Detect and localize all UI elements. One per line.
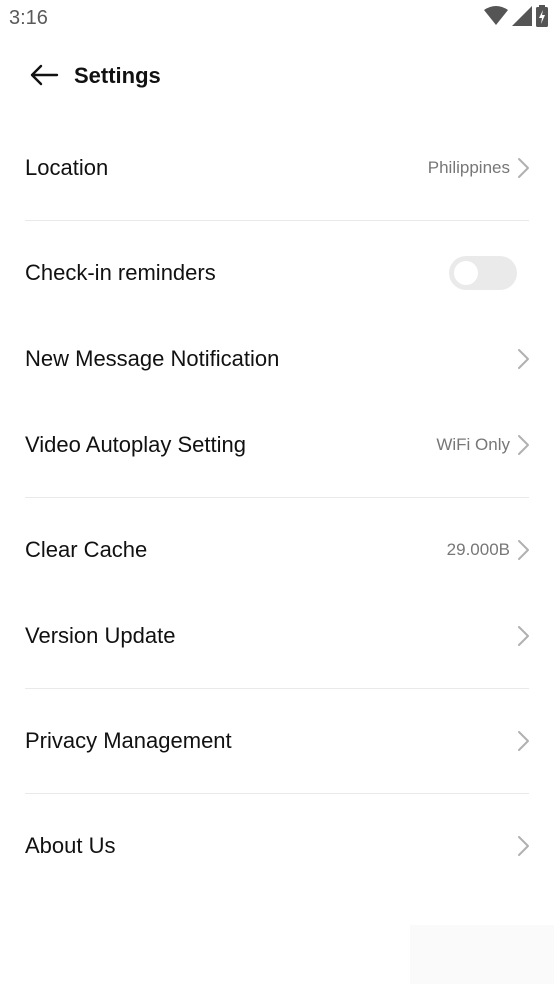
chevron-right-icon <box>516 835 530 857</box>
chevron-right-icon <box>516 730 530 752</box>
location-right: Philippines <box>428 157 530 179</box>
divider <box>25 220 529 221</box>
location-row[interactable]: Location Philippines <box>0 130 554 206</box>
new-message-notification-row[interactable]: New Message Notification <box>0 321 554 397</box>
arrow-left-icon <box>29 64 59 91</box>
back-button[interactable] <box>24 58 64 96</box>
page-title: Settings <box>74 63 161 88</box>
status-icons <box>484 4 548 32</box>
divider <box>25 793 529 794</box>
video-autoplay-value: WiFi Only <box>436 435 510 454</box>
about-us-right <box>516 835 530 857</box>
version-update-row[interactable]: Version Update <box>0 598 554 674</box>
clear-cache-row[interactable]: Clear Cache 29.000B <box>0 512 554 588</box>
wifi-icon <box>484 5 508 31</box>
chevron-right-icon <box>516 157 530 179</box>
bottom-shade <box>410 925 554 984</box>
privacy-management-label: Privacy Management <box>25 728 232 753</box>
version-update-right <box>516 625 530 647</box>
video-autoplay-label: Video Autoplay Setting <box>25 432 246 457</box>
video-autoplay-row[interactable]: Video Autoplay Setting WiFi Only <box>0 407 554 483</box>
version-update-label: Version Update <box>25 623 176 648</box>
chevron-right-icon <box>516 539 530 561</box>
location-value: Philippines <box>427 158 510 177</box>
checkin-reminders-label: Check-in reminders <box>25 260 216 285</box>
status-time: 3:16 <box>9 7 48 29</box>
privacy-management-right <box>516 730 530 752</box>
app-header: Settings <box>0 48 554 106</box>
chevron-right-icon <box>516 434 530 456</box>
cache-size-value: 29.000B <box>446 540 510 559</box>
divider <box>25 688 529 689</box>
clear-cache-right: 29.000B <box>447 539 530 561</box>
checkin-reminders-row: Check-in reminders <box>0 235 554 311</box>
location-label: Location <box>25 155 109 180</box>
about-us-row[interactable]: About Us <box>0 808 554 884</box>
status-bar: 3:16 <box>0 0 554 38</box>
battery-icon <box>536 4 548 32</box>
about-us-label: About Us <box>25 833 116 858</box>
toggle-knob <box>454 261 478 285</box>
video-autoplay-right: WiFi Only <box>436 434 530 456</box>
clear-cache-label: Clear Cache <box>25 537 148 562</box>
cellular-signal-icon <box>512 5 532 31</box>
chevron-right-icon <box>516 625 530 647</box>
new-message-notification-label: New Message Notification <box>25 346 280 371</box>
chevron-right-icon <box>516 348 530 370</box>
new-message-right <box>516 348 530 370</box>
privacy-management-row[interactable]: Privacy Management <box>0 703 554 779</box>
divider <box>25 497 529 498</box>
checkin-reminders-toggle[interactable] <box>449 256 517 290</box>
